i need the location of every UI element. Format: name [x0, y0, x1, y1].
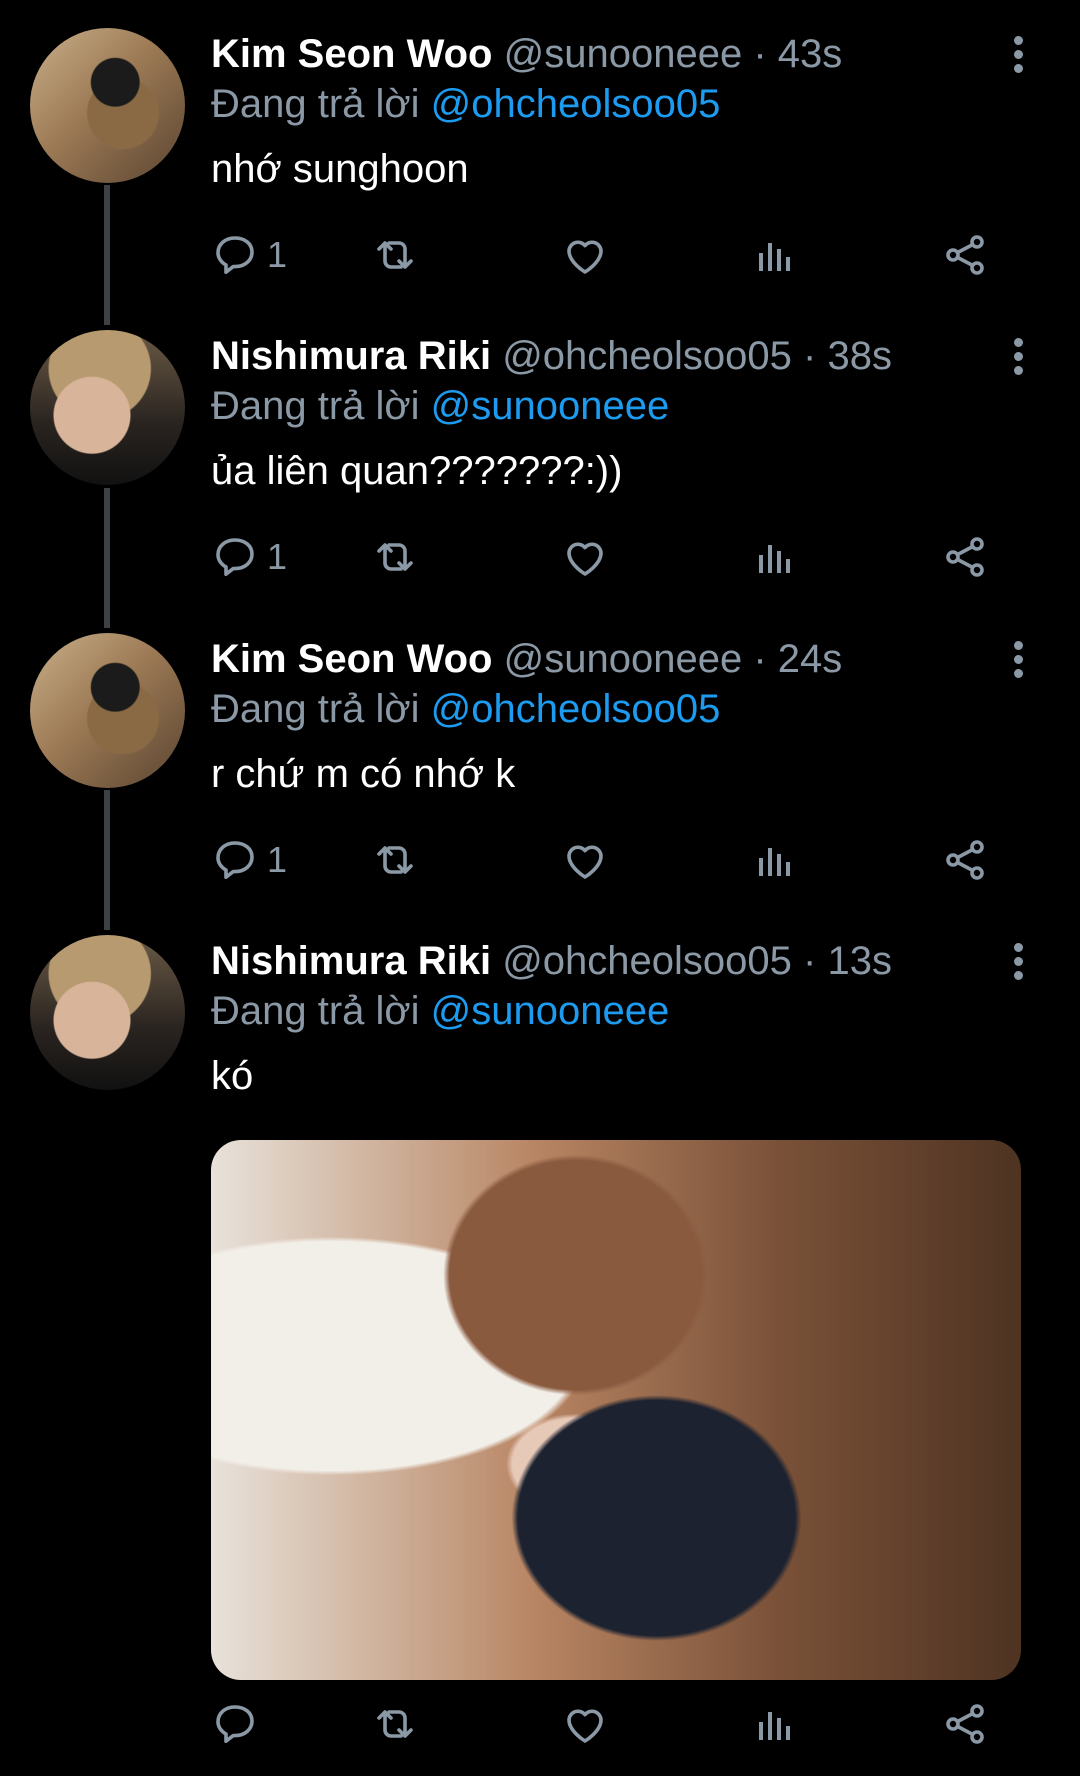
more-icon[interactable] [1003, 332, 1033, 380]
replying-label: Đang trả lời [211, 989, 420, 1033]
share-icon [941, 231, 989, 279]
reply-count: 1 [267, 839, 288, 880]
analytics-icon [751, 231, 799, 279]
retweet-button[interactable] [371, 830, 419, 890]
tweet-text: kó [211, 1054, 254, 1098]
timestamp[interactable]: · 24s [753, 637, 842, 681]
like-icon [561, 1700, 609, 1748]
action-bar [211, 1694, 1031, 1754]
replying-to: Đang trả lời @ohcheolsoo05 [211, 80, 720, 128]
avatar[interactable] [30, 330, 185, 485]
avatar[interactable] [30, 935, 185, 1090]
avatar[interactable] [30, 28, 185, 183]
mention-link[interactable]: @sunooneee [431, 384, 670, 428]
reply-button[interactable]: 1 [211, 830, 287, 890]
user-handle[interactable]: @ohcheolsoo05 [502, 334, 792, 378]
reply-count: 1 [267, 536, 288, 577]
tweet-header: Kim Seon Woo @sunooneee · 24s [211, 635, 842, 683]
thread-line [104, 185, 110, 325]
thread-line [104, 790, 110, 930]
timestamp[interactable]: · 43s [753, 32, 842, 76]
action-bar: 1 [211, 527, 1031, 587]
tweet-header: Kim Seon Woo @sunooneee · 43s [211, 30, 842, 78]
tweet-media-image[interactable] [211, 1140, 1021, 1680]
tweet-text: ủa liên quan???????:)) [211, 449, 623, 493]
share-icon [941, 533, 989, 581]
reply-button[interactable]: 1 [211, 527, 287, 587]
share-button[interactable] [941, 1694, 989, 1754]
timestamp[interactable]: · 13s [803, 939, 892, 983]
analytics-button[interactable] [751, 527, 799, 587]
action-bar: 1 [211, 225, 1031, 285]
like-icon [561, 533, 609, 581]
user-handle[interactable]: @ohcheolsoo05 [502, 939, 792, 983]
display-name[interactable]: Kim Seon Woo [211, 32, 492, 76]
timestamp[interactable]: · 38s [803, 334, 892, 378]
share-button[interactable] [941, 830, 989, 890]
display-name[interactable]: Nishimura Riki [211, 939, 491, 983]
retweet-icon [371, 231, 419, 279]
display-name[interactable]: Kim Seon Woo [211, 637, 492, 681]
avatar[interactable] [30, 633, 185, 788]
analytics-icon [751, 533, 799, 581]
user-handle[interactable]: @sunooneee [504, 637, 743, 681]
reply-button[interactable] [211, 1694, 267, 1754]
like-button[interactable] [561, 527, 609, 587]
analytics-icon [751, 836, 799, 884]
user-handle[interactable]: @sunooneee [504, 32, 743, 76]
analytics-button[interactable] [751, 1694, 799, 1754]
share-icon [941, 1700, 989, 1748]
like-button[interactable] [561, 225, 609, 285]
mention-link[interactable]: @ohcheolsoo05 [431, 82, 721, 126]
more-icon[interactable] [1003, 30, 1033, 78]
display-name[interactable]: Nishimura Riki [211, 334, 491, 378]
like-icon [561, 836, 609, 884]
retweet-button[interactable] [371, 527, 419, 587]
mention-link[interactable]: @ohcheolsoo05 [431, 687, 721, 731]
reply-icon [211, 231, 259, 279]
share-button[interactable] [941, 527, 989, 587]
retweet-button[interactable] [371, 1694, 419, 1754]
retweet-icon [371, 533, 419, 581]
replying-label: Đang trả lời [211, 82, 420, 126]
retweet-icon [371, 1700, 419, 1748]
reply-button[interactable]: 1 [211, 225, 287, 285]
replying-to: Đang trả lời @ohcheolsoo05 [211, 685, 720, 733]
reply-icon [211, 836, 259, 884]
replying-to: Đang trả lời @sunooneee [211, 382, 669, 430]
like-icon [561, 231, 609, 279]
more-icon[interactable] [1003, 635, 1033, 683]
retweet-icon [371, 836, 419, 884]
replying-label: Đang trả lời [211, 687, 420, 731]
replying-to: Đang trả lời @sunooneee [211, 987, 669, 1035]
tweet-header: Nishimura Riki @ohcheolsoo05 · 13s [211, 937, 892, 985]
thread-line [104, 488, 110, 628]
like-button[interactable] [561, 830, 609, 890]
reply-icon [211, 1700, 259, 1748]
retweet-button[interactable] [371, 225, 419, 285]
share-icon [941, 836, 989, 884]
reply-icon [211, 533, 259, 581]
mention-link[interactable]: @sunooneee [431, 989, 670, 1033]
tweet-text: nhớ sunghoon [211, 147, 469, 191]
replying-label: Đang trả lời [211, 384, 420, 428]
analytics-icon [751, 1700, 799, 1748]
analytics-button[interactable] [751, 830, 799, 890]
share-button[interactable] [941, 225, 989, 285]
tweet-header: Nishimura Riki @ohcheolsoo05 · 38s [211, 332, 892, 380]
analytics-button[interactable] [751, 225, 799, 285]
tweet-text: r chứ m có nhớ k [211, 752, 516, 796]
action-bar: 1 [211, 830, 1031, 890]
more-icon[interactable] [1003, 937, 1033, 985]
reply-count: 1 [267, 234, 288, 275]
like-button[interactable] [561, 1694, 609, 1754]
